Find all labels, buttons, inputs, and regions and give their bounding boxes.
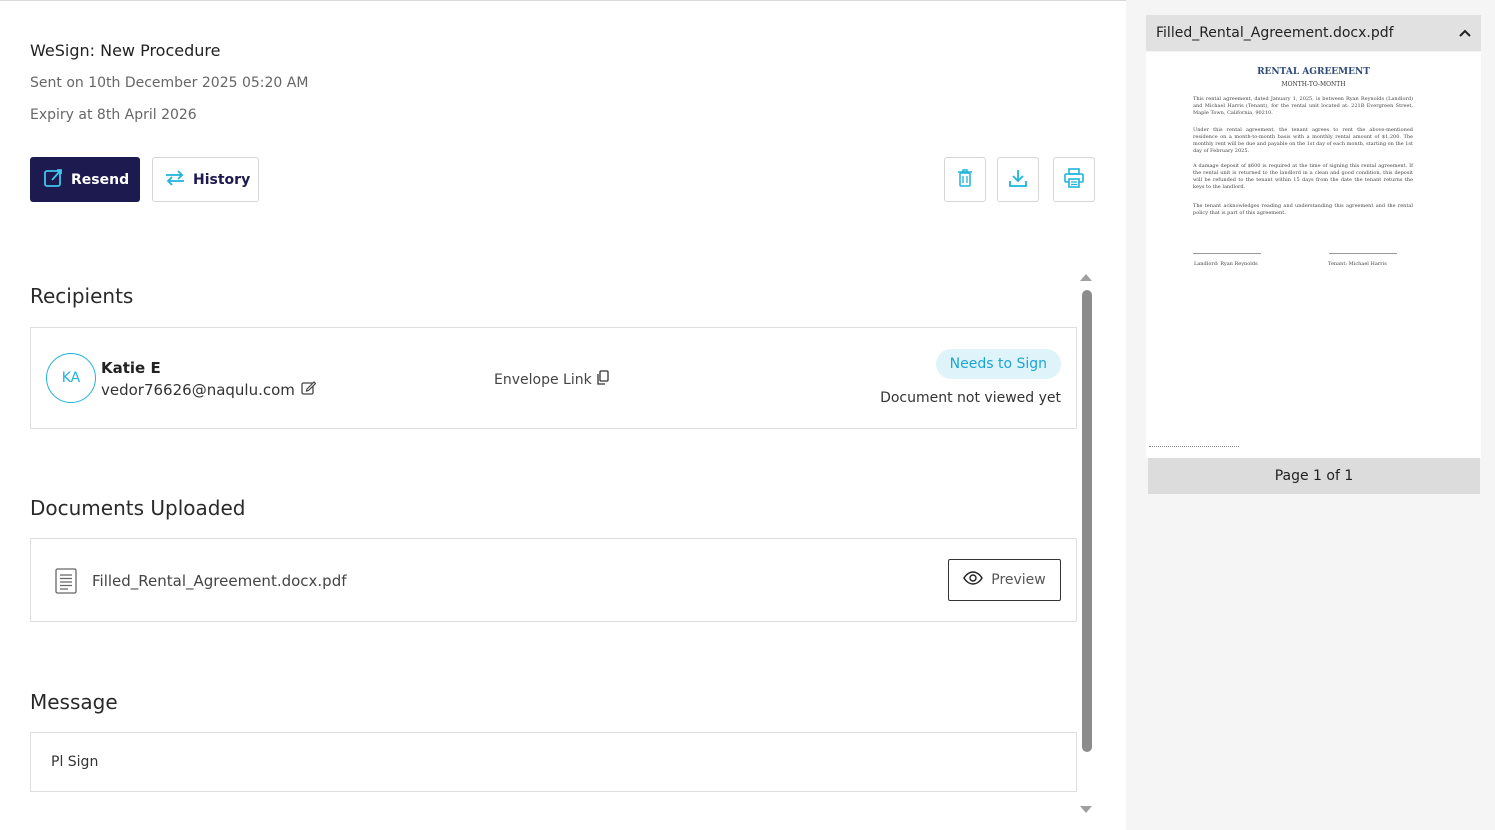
recipient-card: KA Katie E vedor76626@naqulu.com Envelop… <box>30 327 1077 429</box>
recipient-email-row: vedor76626@naqulu.com <box>101 380 317 399</box>
chevron-up-icon[interactable] <box>1459 25 1471 41</box>
resend-label: Resend <box>71 171 130 188</box>
tenant-signature-line <box>1329 253 1397 254</box>
history-icon <box>163 168 187 192</box>
tenant-signature-label: Tenant: Michael Harris <box>1328 261 1387 267</box>
history-label: History <box>193 171 251 188</box>
agreement-paragraph: This rental agreement, dated January 1, … <box>1193 96 1413 116</box>
resend-icon <box>43 167 65 193</box>
preview-header: Filled_Rental_Agreement.docx.pdf <box>1146 15 1481 51</box>
eye-icon <box>963 571 984 589</box>
edit-email-icon[interactable] <box>301 380 317 399</box>
sent-date: Sent on 10th December 2025 05:20 AM <box>30 75 309 91</box>
message-card: Pl Sign <box>30 732 1077 792</box>
history-button[interactable]: History <box>152 157 259 202</box>
document-card: Filled_Rental_Agreement.docx.pdf Preview <box>30 538 1077 622</box>
message-heading: Message <box>30 690 118 714</box>
scrollbar-thumb[interactable] <box>1082 290 1092 752</box>
page-footer-mark <box>1149 446 1239 448</box>
envelope-details: WeSign: New Procedure Sent on 10th Decem… <box>0 0 1126 830</box>
agreement-title: RENTAL AGREEMENT <box>1257 67 1370 77</box>
document-icon <box>55 568 77 598</box>
download-icon <box>1008 168 1028 192</box>
recipient-email: vedor76626@naqulu.com <box>101 380 295 399</box>
scroll-up-arrow[interactable] <box>1080 274 1092 281</box>
expiry-date: Expiry at 8th April 2026 <box>30 107 197 123</box>
preview-button[interactable]: Preview <box>948 559 1061 601</box>
agreement-subtitle: MONTH-TO-MONTH <box>1281 81 1346 88</box>
avatar: KA <box>46 353 96 403</box>
copy-icon[interactable] <box>597 370 609 389</box>
document-name: Filled_Rental_Agreement.docx.pdf <box>92 572 347 590</box>
print-button[interactable] <box>1053 157 1095 202</box>
documents-heading: Documents Uploaded <box>30 496 246 520</box>
recipients-heading: Recipients <box>30 284 134 308</box>
delete-icon <box>957 168 973 191</box>
landlord-signature-label: Landlord: Ryan Reynolds <box>1194 261 1258 267</box>
preview-label: Preview <box>991 572 1046 588</box>
envelope-link[interactable]: Envelope Link <box>494 370 609 389</box>
document-preview-panel: Filled_Rental_Agreement.docx.pdf RENTAL … <box>1126 0 1495 830</box>
agreement-paragraph: Under this rental agreement, the tenant … <box>1193 127 1413 154</box>
preview-filename: Filled_Rental_Agreement.docx.pdf <box>1156 25 1394 41</box>
recipient-name: Katie E <box>101 359 161 377</box>
agreement-paragraph: A damage deposit of $600 is required at … <box>1193 163 1413 190</box>
download-button[interactable] <box>997 157 1039 202</box>
view-status: Document not viewed yet <box>880 390 1061 406</box>
message-text: Pl Sign <box>51 754 99 770</box>
status-badge: Needs to Sign <box>935 349 1061 379</box>
envelope-link-label: Envelope Link <box>494 371 592 388</box>
print-icon <box>1063 167 1085 192</box>
landlord-signature-line <box>1193 253 1261 254</box>
delete-button[interactable] <box>944 157 986 202</box>
scroll-down-arrow[interactable] <box>1080 806 1092 813</box>
page-indicator: Page 1 of 1 <box>1148 458 1480 494</box>
page-title: WeSign: New Procedure <box>30 41 221 60</box>
agreement-paragraph: The tenant acknowledges reading and unde… <box>1193 203 1413 216</box>
preview-page: RENTAL AGREEMENT MONTH-TO-MONTH This ren… <box>1146 52 1481 458</box>
resend-button[interactable]: Resend <box>30 157 140 202</box>
